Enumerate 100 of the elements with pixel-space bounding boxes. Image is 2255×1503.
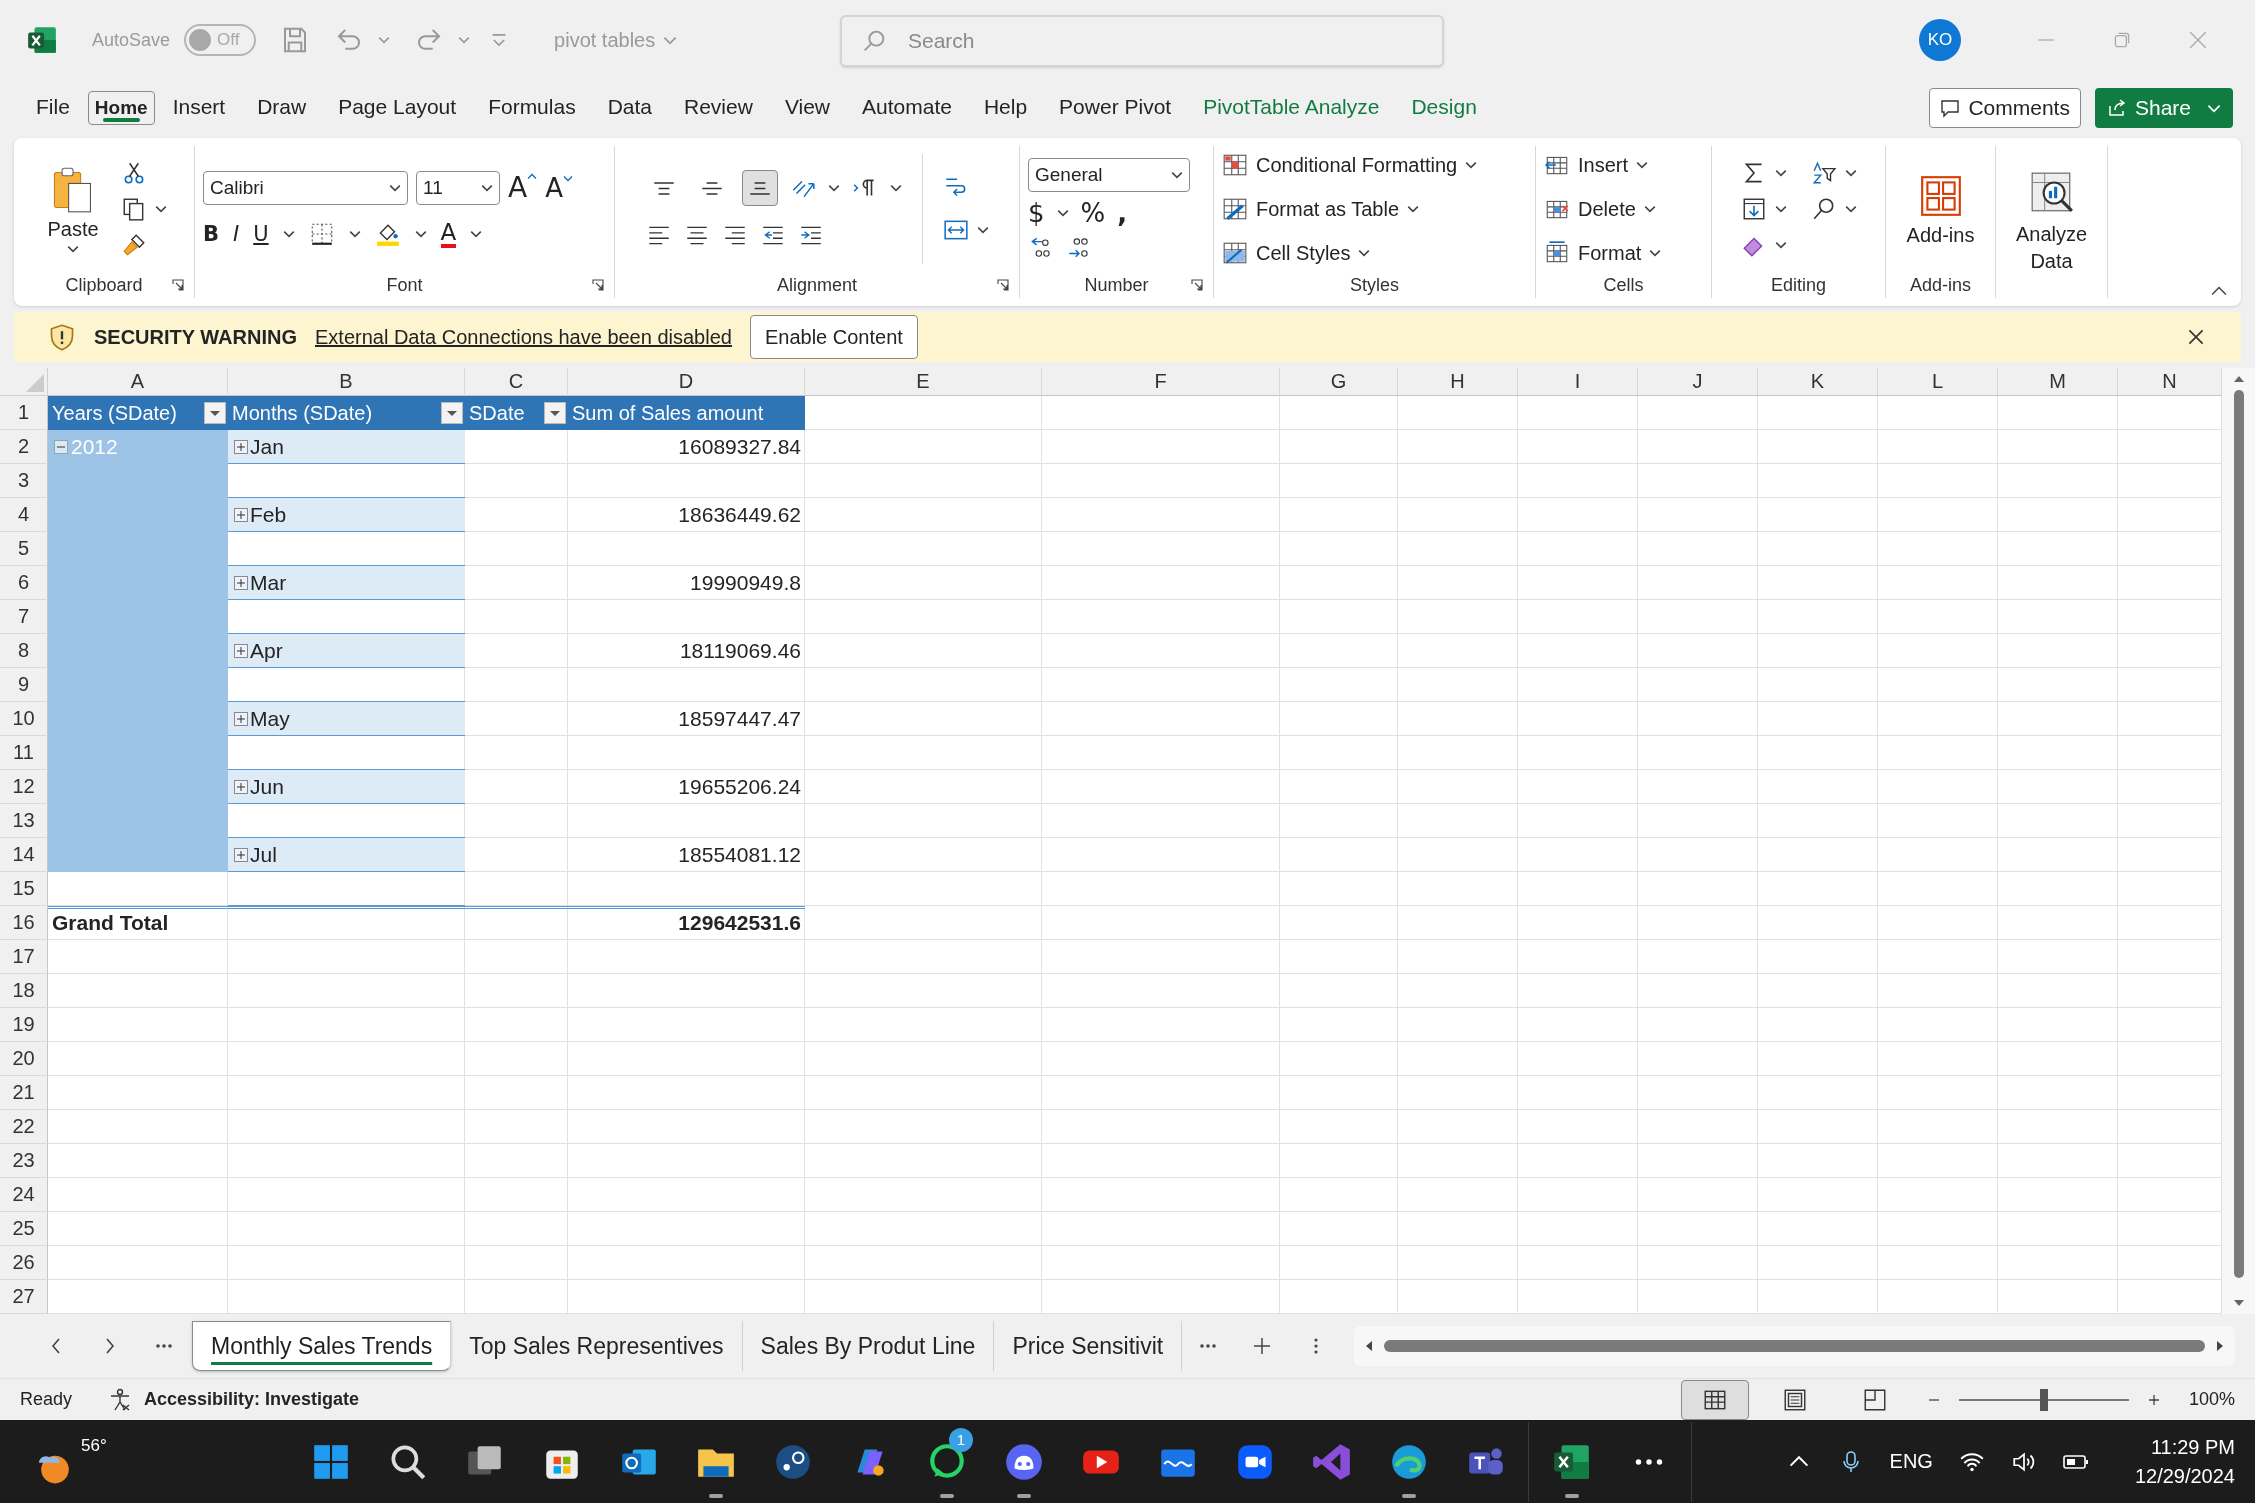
column-header[interactable]: C [465, 368, 568, 396]
analyze-data-button[interactable]: Analyze Data [2006, 167, 2097, 277]
search-field[interactable]: Search [840, 15, 1444, 67]
row-header[interactable]: 12 [0, 770, 48, 804]
account-avatar[interactable]: KO [1919, 19, 1961, 61]
conditional-button[interactable]: Conditional Formatting [1222, 146, 1478, 184]
ribbon-tab[interactable]: View [770, 85, 844, 131]
column-header[interactable]: L [1878, 368, 1998, 396]
column-header[interactable]: D [568, 368, 805, 396]
scroll-down-icon[interactable] [2233, 1298, 2244, 1308]
caret-icon[interactable] [154, 205, 167, 213]
zoom-in-icon[interactable] [2146, 1392, 2161, 1407]
column-header[interactable]: H [1398, 368, 1518, 396]
ribbon-tab[interactable]: Insert [158, 85, 240, 131]
caret-icon[interactable] [414, 230, 427, 238]
format-cells-button[interactable]: Format [1544, 234, 1662, 272]
column-header[interactable]: E [805, 368, 1042, 396]
bold-button[interactable]: B [203, 222, 219, 246]
row-header[interactable]: 11 [0, 736, 48, 770]
number-format-dropdown[interactable]: General [1028, 158, 1190, 192]
expand-icon[interactable] [234, 779, 248, 794]
row-header[interactable]: 26 [0, 1246, 48, 1280]
row-header[interactable]: 4 [0, 498, 48, 532]
expand-icon[interactable] [234, 711, 248, 726]
scroll-right-icon[interactable] [2215, 1341, 2225, 1351]
sheet-tab[interactable]: Sales By Produt Line [742, 1321, 995, 1371]
sheet-tab[interactable]: Monthly Sales Trends [192, 1321, 452, 1371]
row-header[interactable]: 9 [0, 668, 48, 702]
increase-font-button[interactable]: A [508, 171, 538, 204]
ribbon-tab[interactable]: Help [969, 85, 1042, 131]
filter-dropdown-icon[interactable] [441, 402, 463, 424]
collapse-ribbon-icon[interactable] [2211, 286, 2227, 296]
caret-icon[interactable] [1844, 169, 1857, 177]
row-header[interactable]: 19 [0, 1008, 48, 1042]
normal-view-button[interactable] [1680, 1379, 1749, 1420]
row-header[interactable]: 22 [0, 1110, 48, 1144]
expand-icon[interactable] [234, 847, 248, 862]
expand-icon[interactable] [234, 575, 248, 590]
row-header[interactable]: 1 [0, 396, 48, 430]
accessibility-status[interactable]: Accessibility: Investigate [144, 1389, 360, 1410]
ribbon-tab[interactable]: PivotTable Analyze [1189, 85, 1394, 131]
expand-icon[interactable] [234, 439, 248, 454]
column-header[interactable]: F [1042, 368, 1280, 396]
share-button[interactable]: Share [2094, 88, 2233, 128]
caret-icon[interactable] [976, 226, 989, 234]
comma-button[interactable]: , [1117, 198, 1128, 228]
column-header[interactable]: I [1518, 368, 1638, 396]
row-header[interactable]: 5 [0, 532, 48, 566]
column-header[interactable]: M [1998, 368, 2118, 396]
filter-dropdown-icon[interactable] [544, 402, 566, 424]
row-header[interactable]: 6 [0, 566, 48, 600]
comments-button[interactable]: Comments [1929, 88, 2081, 128]
enable-content-button[interactable]: Enable Content [749, 315, 918, 359]
caret-icon[interactable] [1774, 169, 1787, 177]
decrease-font-button[interactable]: A [545, 172, 573, 203]
row-header[interactable]: 3 [0, 464, 48, 498]
underline-button[interactable]: U [253, 222, 269, 246]
column-header[interactable]: A [48, 368, 228, 396]
row-header[interactable]: 13 [0, 804, 48, 838]
row-header[interactable]: 20 [0, 1042, 48, 1076]
row-header[interactable]: 25 [0, 1212, 48, 1246]
row-header[interactable]: 7 [0, 600, 48, 634]
row-header[interactable]: 2 [0, 430, 48, 464]
ribbon-tab[interactable]: Review [670, 85, 767, 131]
row-header[interactable]: 21 [0, 1076, 48, 1110]
column-header[interactable]: K [1758, 368, 1878, 396]
sheet-tab[interactable]: Price Sensitivit [994, 1321, 1183, 1371]
expand-icon[interactable] [234, 643, 248, 658]
caret-icon[interactable] [1774, 241, 1787, 249]
font-size-dropdown[interactable]: 11 [416, 170, 500, 205]
row-header[interactable]: 27 [0, 1280, 48, 1314]
row-header[interactable]: 18 [0, 974, 48, 1008]
clock-time[interactable]: 11:29 PM [2150, 1435, 2235, 1459]
ribbon-tab[interactable]: Home [87, 91, 155, 125]
row-header[interactable]: 15 [0, 872, 48, 906]
caret-icon[interactable] [1774, 205, 1787, 213]
caret-icon[interactable] [282, 230, 295, 238]
format-painter-icon[interactable] [120, 232, 147, 258]
dialog-launcher-icon[interactable] [997, 279, 1009, 291]
language-indicator[interactable]: ENG [1889, 1450, 1933, 1473]
row-header[interactable]: 10 [0, 702, 48, 736]
ribbon-tab[interactable]: Data [593, 85, 666, 131]
ribbon-tab[interactable]: Power Pivot [1045, 85, 1186, 131]
column-header[interactable]: B [228, 368, 465, 396]
delete-cells-button[interactable]: Delete [1544, 190, 1656, 228]
horizontal-scrollbar[interactable] [1354, 1326, 2235, 1366]
filter-dropdown-icon[interactable] [204, 402, 226, 424]
paste-button[interactable]: Paste [41, 163, 105, 255]
percent-button[interactable]: % [1080, 198, 1106, 228]
caret-icon[interactable] [348, 230, 361, 238]
warning-link[interactable]: External Data Connections have been disabled [315, 325, 732, 349]
add-sheet-icon[interactable] [1252, 1336, 1273, 1356]
row-header[interactable]: 8 [0, 634, 48, 668]
vertical-scrollbar[interactable] [2222, 368, 2255, 1314]
dialog-launcher-icon[interactable] [1191, 279, 1203, 291]
row-header[interactable]: 23 [0, 1144, 48, 1178]
caret-icon[interactable] [827, 184, 840, 192]
ribbon-tab[interactable]: Design [1397, 85, 1491, 131]
row-header[interactable]: 24 [0, 1178, 48, 1212]
italic-button[interactable]: I [233, 222, 240, 246]
